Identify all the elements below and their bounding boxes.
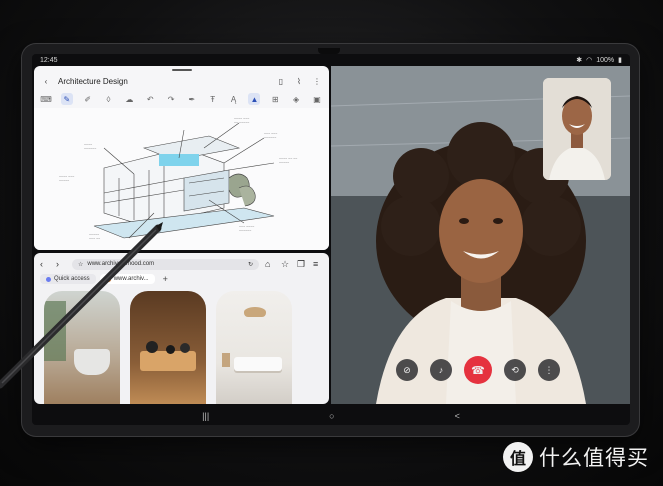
browser-toolbar: ‹ › ☆ www.archiveofmood.com ↻ ⌂ ☆ ❐ ≡ bbox=[34, 257, 329, 271]
svg-text:~~~ ~~: ~~~ ~~ bbox=[89, 237, 100, 241]
pane-drag-handle[interactable] bbox=[171, 69, 192, 71]
video-call-pane: ⊘ ♪ ☎ ⟲ ⋮ bbox=[331, 66, 630, 404]
new-tab-button[interactable]: + bbox=[163, 274, 168, 284]
tabs-icon[interactable]: ❐ bbox=[297, 259, 307, 270]
notes-app-pane: ‹ Architecture Design ▯ ⌇ ⋮ ⌨ ✎ ✐ ◊ ☁ ↶ … bbox=[34, 66, 329, 250]
more-vert-icon[interactable]: ⋮ bbox=[538, 359, 560, 381]
tablet-screen: 12:45 ✱ ◠ 100% ▮ ‹ Architecture Design ▯… bbox=[32, 54, 630, 425]
home-icon[interactable]: ⌂ bbox=[265, 259, 275, 269]
call-controls: ⊘ ♪ ☎ ⟲ ⋮ bbox=[396, 356, 560, 384]
forward-icon[interactable]: › bbox=[56, 259, 66, 269]
camera-notch bbox=[318, 48, 340, 54]
architecture-sketch: ~~~~ ~~~~~ ~~~~~ ~~~ ~~~~~~~~~ ~~~~ ~~ ~… bbox=[59, 117, 297, 241]
self-view-thumbnail[interactable] bbox=[543, 78, 611, 180]
status-time: 12:45 bbox=[40, 56, 58, 64]
shapes-icon[interactable]: ◈ bbox=[290, 93, 302, 105]
sketch-canvas[interactable]: ~~~~ ~~~ ~~ ~~~~~ ~~~ ~~~ ~~~~~~ ~~~~ ~~ ~… bbox=[34, 108, 329, 250]
pen-settings-icon[interactable]: ✒ bbox=[186, 93, 198, 105]
paperclip-icon[interactable]: ⌇ bbox=[293, 77, 305, 86]
bluetooth-icon: ✱ bbox=[576, 57, 583, 64]
undo-icon[interactable]: ↶ bbox=[144, 93, 156, 105]
gallery-cards bbox=[44, 291, 292, 404]
more-vert-icon[interactable]: ⋮ bbox=[311, 77, 323, 86]
gallery-card-bathroom[interactable] bbox=[44, 291, 120, 404]
note-title: Architecture Design bbox=[58, 76, 128, 86]
battery-icon: ▮ bbox=[618, 57, 622, 64]
wifi-icon: ◠ bbox=[586, 57, 593, 64]
book-icon[interactable]: ▯ bbox=[275, 77, 287, 86]
tab-archive[interactable]: www.archiv... bbox=[99, 274, 155, 284]
recents-button[interactable]: ||| bbox=[202, 411, 209, 421]
address-bar[interactable]: ☆ www.archiveofmood.com ↻ bbox=[72, 258, 259, 270]
lasso-icon[interactable]: ☁ bbox=[123, 93, 135, 105]
tabs-row: Quick access www.archiv... + bbox=[34, 273, 329, 285]
svg-text:~~~~~: ~~~~~ bbox=[59, 179, 69, 183]
highlighter-icon[interactable]: ✐ bbox=[82, 93, 94, 105]
battery-label: 100% bbox=[596, 56, 615, 64]
svg-text:~~ ~~~~~: ~~ ~~~~~ bbox=[234, 121, 249, 125]
switch-camera-icon[interactable]: ⟲ bbox=[504, 359, 526, 381]
svg-text:~~~~~~: ~~~~~~ bbox=[239, 229, 251, 233]
watermark: 值 什么值得买 bbox=[503, 442, 649, 472]
back-icon[interactable]: ‹ bbox=[40, 259, 50, 269]
reload-icon[interactable]: ↻ bbox=[248, 261, 253, 268]
eraser-icon[interactable]: ◊ bbox=[103, 93, 115, 105]
gallery-card-bedroom[interactable] bbox=[216, 291, 292, 404]
redo-icon[interactable]: ↷ bbox=[165, 93, 177, 105]
svg-text:~~~~~~: ~~~~~~ bbox=[264, 136, 276, 140]
star-icon[interactable]: ☆ bbox=[78, 261, 83, 268]
site-favicon bbox=[105, 276, 111, 282]
shape-icon[interactable]: ▲ bbox=[248, 93, 261, 105]
self-view-video bbox=[543, 78, 611, 180]
end-call-icon[interactable]: ☎ bbox=[464, 356, 492, 384]
tab-quick-access[interactable]: Quick access bbox=[40, 274, 96, 284]
menu-icon[interactable]: ≡ bbox=[313, 259, 323, 269]
more-icon[interactable]: ▣ bbox=[311, 93, 323, 105]
svg-text:~~~~~~: ~~~~~~ bbox=[84, 147, 96, 151]
notes-header: ‹ Architecture Design ▯ ⌇ ⋮ bbox=[34, 72, 329, 90]
url-text: www.archiveofmood.com bbox=[87, 261, 155, 267]
keyboard-icon[interactable]: ⌨ bbox=[40, 93, 52, 105]
mic-off-icon[interactable]: ♪ bbox=[430, 359, 452, 381]
notes-toolbar: ⌨ ✎ ✐ ◊ ☁ ↶ ↷ ✒ Ŧ Ą ▲ ⊞ ◈ ▣ bbox=[34, 92, 329, 106]
home-button[interactable]: ○ bbox=[329, 411, 334, 421]
video-off-icon[interactable]: ⊘ bbox=[396, 359, 418, 381]
text-icon[interactable]: Ą bbox=[228, 93, 240, 105]
pen-icon[interactable]: ✎ bbox=[60, 93, 73, 105]
insert-icon[interactable]: ⊞ bbox=[269, 93, 281, 105]
bookmark-icon[interactable]: ☆ bbox=[281, 259, 291, 270]
back-arrow-icon[interactable]: ‹ bbox=[40, 77, 52, 86]
watermark-text: 什么值得买 bbox=[539, 446, 649, 470]
svg-text:~~~~~: ~~~~~ bbox=[279, 161, 289, 165]
text-format-icon[interactable]: Ŧ bbox=[207, 93, 219, 105]
watermark-logo: 值 bbox=[503, 442, 533, 472]
navigation-bar: ||| ○ < bbox=[32, 406, 630, 425]
gallery-card-teaset[interactable] bbox=[130, 291, 206, 404]
browser-app-pane: ‹ › ☆ www.archiveofmood.com ↻ ⌂ ☆ ❐ ≡ Qu… bbox=[34, 253, 329, 404]
quick-access-icon bbox=[46, 276, 51, 282]
status-bar: 12:45 ✱ ◠ 100% ▮ bbox=[32, 54, 630, 66]
back-button[interactable]: < bbox=[455, 411, 460, 421]
